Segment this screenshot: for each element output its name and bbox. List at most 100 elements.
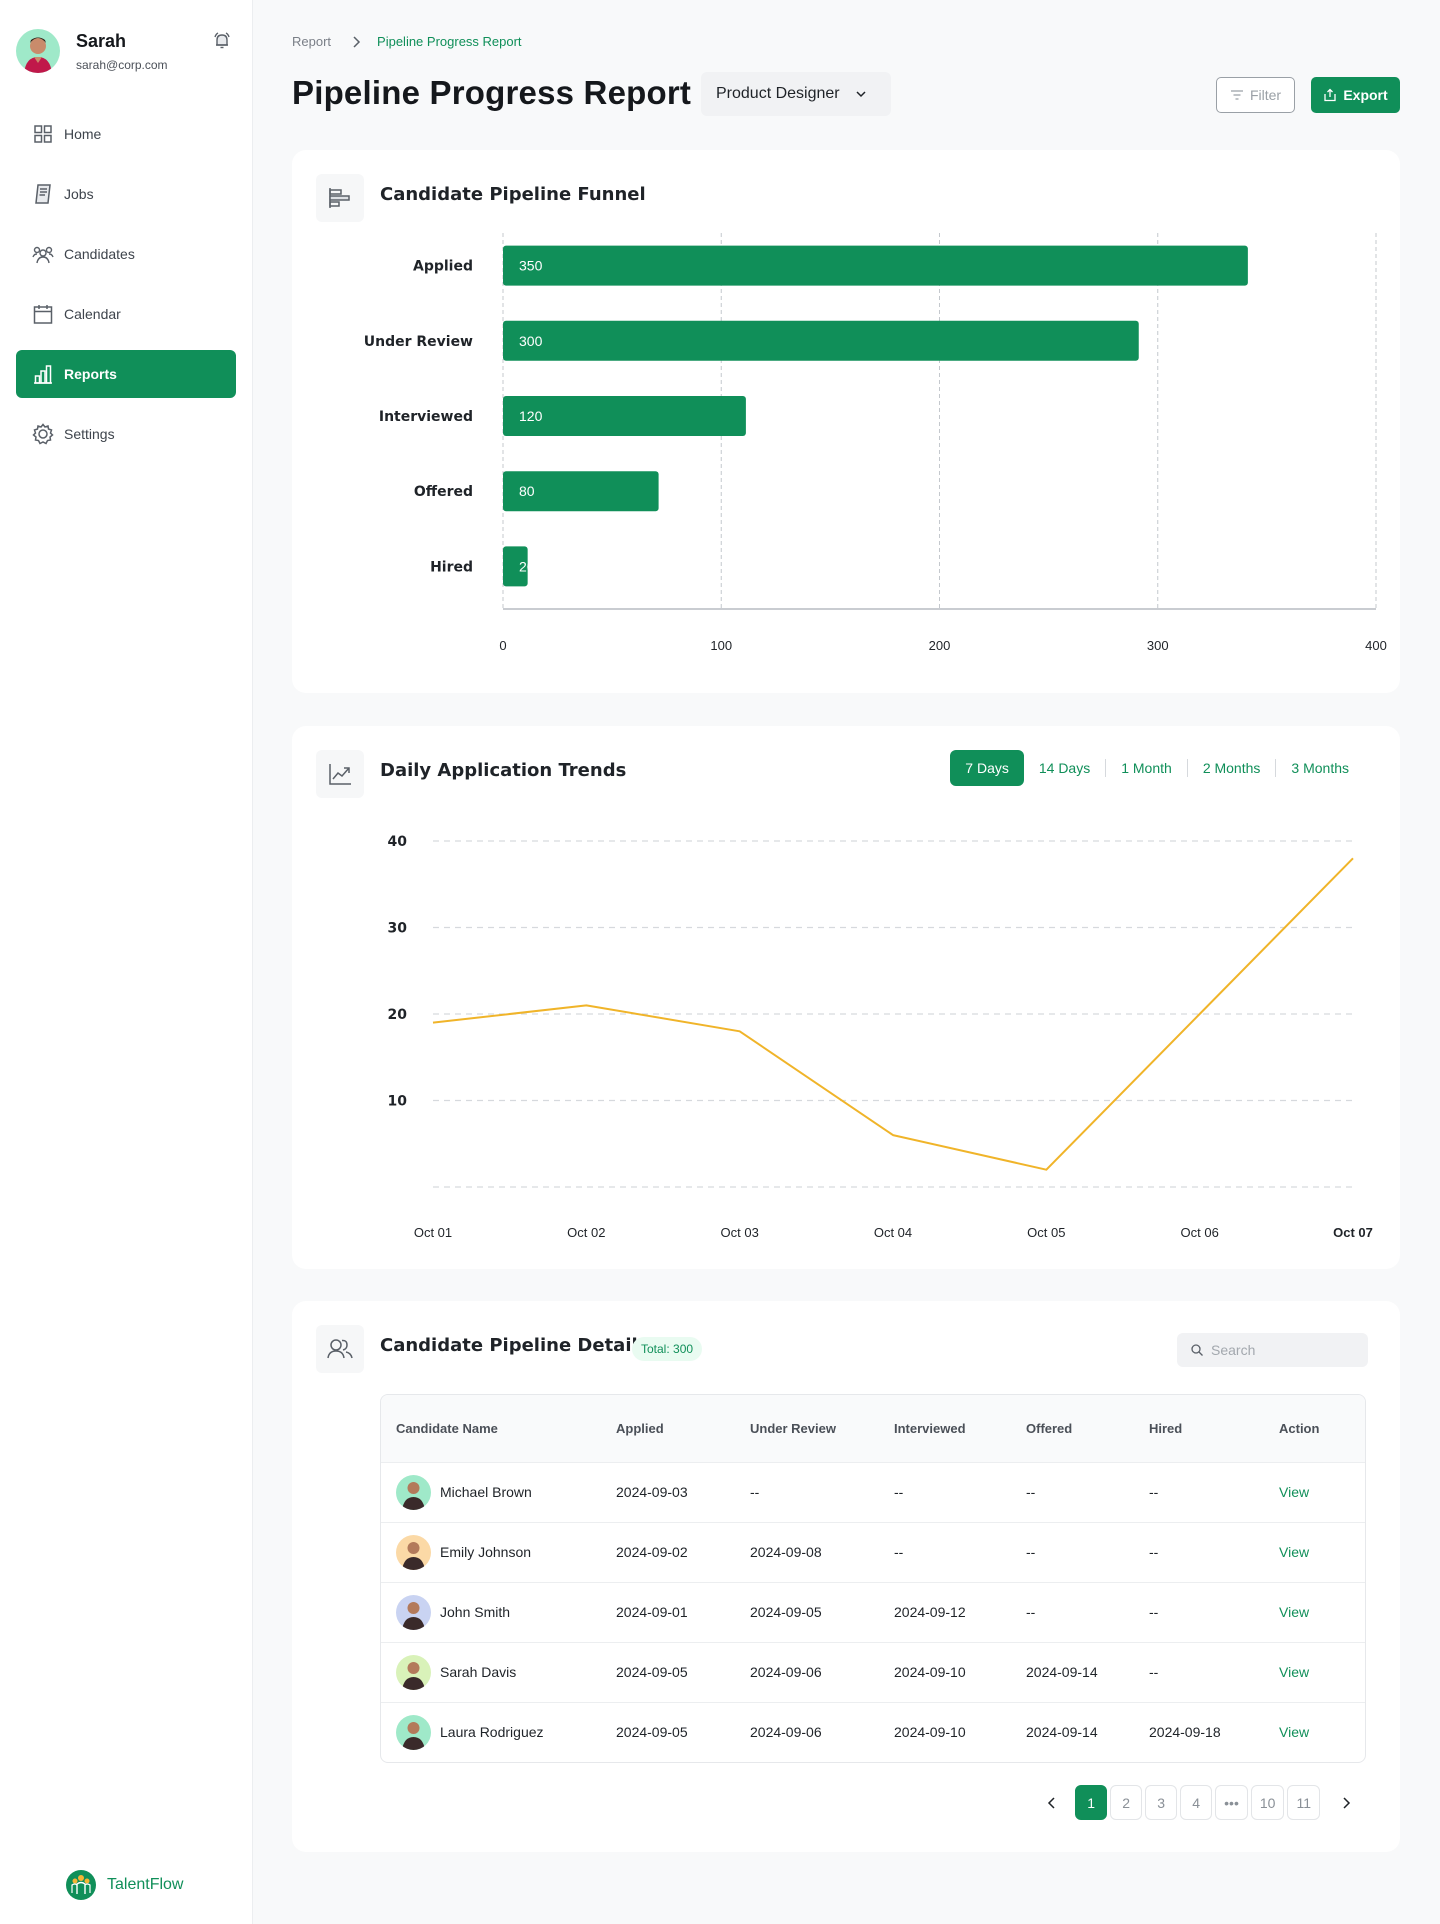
sidebar-item-calendar[interactable]: Calendar	[16, 290, 236, 338]
x-tick-label: Oct 05	[1027, 1225, 1065, 1240]
page-button-3[interactable]: 3	[1145, 1785, 1178, 1820]
offered-date: 2024-09-14	[1026, 1664, 1098, 1680]
view-link[interactable]: View	[1279, 1724, 1309, 1740]
column-header-hired: Hired	[1149, 1420, 1183, 1436]
x-tick-label: Oct 07	[1333, 1225, 1373, 1240]
sidebar-item-home[interactable]: Home	[16, 110, 236, 158]
y-tick-label: 30	[388, 921, 408, 937]
job-select-dropdown[interactable]: Product Designer	[701, 72, 891, 116]
search-input[interactable]	[1211, 1342, 1361, 1358]
sidebar-item-reports[interactable]: Reports	[16, 350, 236, 398]
page-button-2[interactable]: 2	[1110, 1785, 1143, 1820]
candidate-avatar[interactable]	[396, 1594, 431, 1630]
next-page-button[interactable]	[1332, 1785, 1360, 1820]
applied-date: 2024-09-01	[616, 1604, 688, 1620]
x-tick-label: 300	[1147, 638, 1169, 653]
interviewed-date: --	[894, 1484, 904, 1500]
export-button[interactable]: Export	[1311, 77, 1400, 113]
notification-bell-icon[interactable]	[212, 31, 232, 51]
details-title: Candidate Pipeline Details	[380, 1335, 649, 1356]
candidate-avatar[interactable]	[396, 1534, 431, 1570]
chevron-right-icon	[1343, 1796, 1351, 1809]
user-avatar[interactable]	[16, 29, 60, 73]
users-icon	[316, 1325, 364, 1373]
candidate-avatar[interactable]	[396, 1654, 431, 1690]
breadcrumb-root[interactable]: Report	[292, 34, 331, 49]
candidate-name-cell: Sarah Davis	[381, 1642, 616, 1702]
filter-button[interactable]: Filter	[1216, 77, 1295, 113]
hired-date: 2024-09-18	[1149, 1724, 1221, 1741]
x-tick-label: Oct 02	[567, 1225, 605, 1240]
calendar-icon	[32, 303, 54, 325]
x-tick-label: 100	[710, 638, 732, 653]
candidate-avatar[interactable]	[396, 1474, 431, 1510]
candidate-name[interactable]: John Smith	[440, 1604, 510, 1620]
view-link[interactable]: View	[1279, 1604, 1309, 1620]
sidebar-item-label: Jobs	[64, 186, 94, 202]
funnel-card: Candidate Pipeline Funnel 0 100 200 300 400 A…	[292, 150, 1400, 693]
total-badge: Total: 300	[632, 1337, 703, 1361]
sidebar-item-settings[interactable]: Settings	[16, 410, 236, 458]
applied-date: 2024-09-05	[616, 1664, 688, 1680]
interviewed-date: 2024-09-10	[894, 1664, 966, 1680]
column-header-interviewed: Interviewed	[894, 1420, 966, 1436]
y-tick-label: 40	[388, 834, 408, 850]
y-tick-label: 10	[388, 1094, 408, 1110]
candidate-name-cell: Michael Brown	[381, 1462, 616, 1522]
x-tick-label: 400	[1365, 638, 1387, 653]
category-label: Hired	[430, 559, 473, 575]
sidebar-item-label: Settings	[64, 426, 115, 442]
sidebar-item-jobs[interactable]: Jobs	[16, 170, 236, 218]
interviewed-date: 2024-09-10	[894, 1724, 966, 1741]
hired-date: --	[1149, 1544, 1159, 1560]
view-link[interactable]: View	[1279, 1664, 1309, 1680]
category-label: Interviewed	[379, 409, 473, 425]
hired-date: --	[1149, 1604, 1159, 1620]
candidate-name[interactable]: Emily Johnson	[440, 1544, 531, 1560]
funnel-bar[interactable]	[503, 320, 1139, 361]
hired-date: --	[1149, 1664, 1159, 1680]
view-link[interactable]: View	[1279, 1544, 1309, 1560]
candidate-name[interactable]: Michael Brown	[440, 1484, 532, 1500]
interviewed-date: 2024-09-12	[894, 1604, 966, 1620]
brand: TalentFlow	[66, 1870, 183, 1900]
under-review-date: 2024-09-05	[750, 1604, 822, 1620]
offered-date: 2024-09-14	[1026, 1724, 1098, 1741]
sidebar-item-candidates[interactable]: Candidates	[16, 230, 236, 278]
applied-date: 2024-09-03	[616, 1484, 688, 1500]
bar-value-label: 350	[519, 258, 543, 274]
user-profile[interactable]: Sarah sarah@corp.com	[16, 29, 238, 75]
candidate-name[interactable]: Laura Rodriguez	[440, 1724, 544, 1740]
offered-date: --	[1026, 1484, 1036, 1500]
category-label: Offered	[414, 484, 473, 500]
sidebar-item-label: Calendar	[64, 306, 121, 322]
gear-icon	[32, 423, 54, 445]
funnel-bar[interactable]	[503, 245, 1248, 286]
candidate-avatar[interactable]	[396, 1714, 431, 1750]
talentflow-logo-icon	[66, 1870, 96, 1900]
prev-page-button[interactable]	[1038, 1785, 1066, 1820]
page-button-11[interactable]: 11	[1287, 1785, 1320, 1820]
export-label: Export	[1343, 87, 1388, 103]
search-field[interactable]	[1177, 1333, 1368, 1367]
category-label: Applied	[413, 259, 473, 275]
candidate-name[interactable]: Sarah Davis	[440, 1664, 516, 1680]
page-button-4[interactable]: 4	[1180, 1785, 1213, 1820]
view-link[interactable]: View	[1279, 1484, 1309, 1500]
page-button-10[interactable]: 10	[1250, 1785, 1285, 1820]
offered-date: --	[1026, 1544, 1036, 1560]
applied-date: 2024-09-02	[616, 1544, 688, 1560]
users-icon	[32, 243, 54, 265]
x-tick-label: Oct 06	[1181, 1225, 1219, 1240]
page-button-1[interactable]: 1	[1075, 1785, 1108, 1820]
chevron-right-icon	[351, 35, 361, 49]
candidate-name-cell: Emily Johnson	[381, 1522, 616, 1582]
trend-chart: 10 20 30 40 Oct 01 Oct 02 Oct 03 Oct 04 Oct 05 Oc…	[388, 834, 1373, 1240]
candidate-name-cell: Laura Rodriguez	[381, 1702, 616, 1762]
x-tick-label: 0	[499, 638, 506, 653]
sidebar: Sarah sarah@corp.com Home Jobs Candidate…	[0, 0, 253, 1924]
table-row: Laura Rodriguez 2024-09-05 2024-09-06 20…	[381, 1702, 1365, 1762]
page-ellipsis-button[interactable]: •••	[1215, 1785, 1248, 1820]
bar-value-label: 300	[519, 333, 543, 349]
brand-name: TalentFlow	[107, 1876, 184, 1893]
